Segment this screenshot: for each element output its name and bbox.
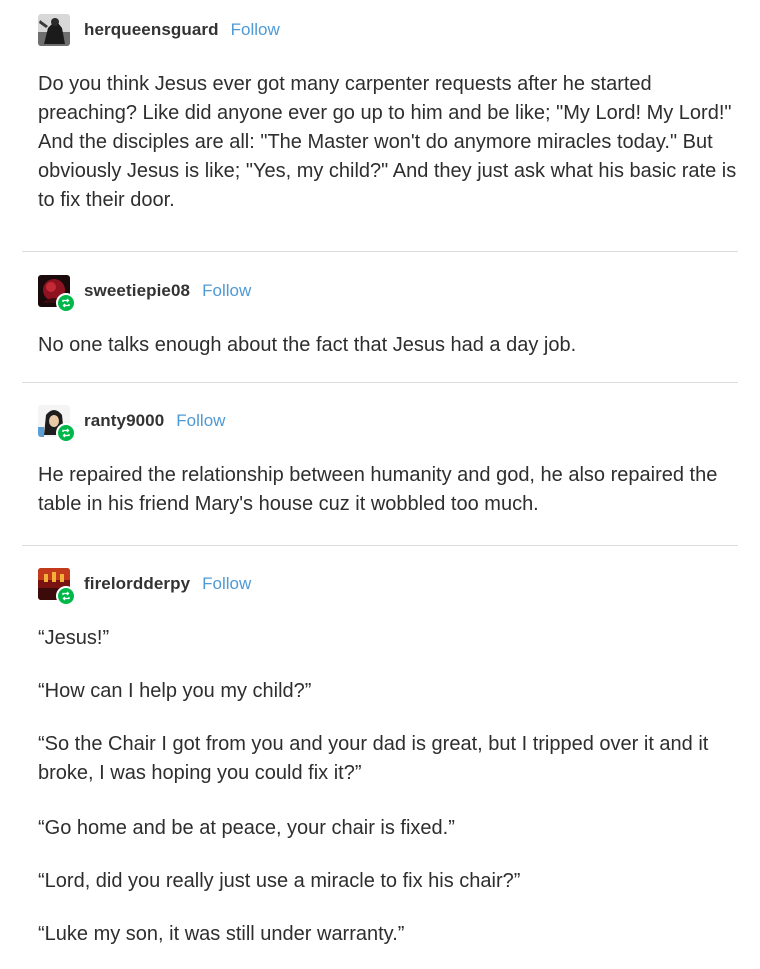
post-text: Do you think Jesus ever got many carpent… <box>38 73 737 211</box>
dark-figure-avatar-icon <box>38 14 70 46</box>
username[interactable]: herqueensguard <box>84 20 219 40</box>
username[interactable]: firelordderpy <box>84 574 190 594</box>
username[interactable]: sweetiepie08 <box>84 281 190 301</box>
post-header: ranty9000 Follow <box>38 403 225 443</box>
post-header: sweetiepie08 Follow <box>38 273 251 313</box>
avatar[interactable] <box>38 405 76 443</box>
post-header: herqueensguard Follow <box>38 12 280 48</box>
reblog-icon <box>56 293 76 313</box>
post-paragraph: “Jesus!” <box>38 627 110 649</box>
avatar[interactable] <box>38 275 76 313</box>
reblog-icon <box>56 423 76 443</box>
reblog-icon <box>56 586 76 606</box>
divider <box>22 382 738 383</box>
post-paragraph: “Go home and be at peace, your chair is … <box>38 817 455 839</box>
avatar[interactable] <box>38 568 76 606</box>
username[interactable]: ranty9000 <box>84 411 164 431</box>
follow-button[interactable]: Follow <box>231 20 280 40</box>
post-paragraph: “How can I help you my child?” <box>38 680 312 702</box>
post-paragraph: “So the Chair I got from you and your da… <box>38 733 709 784</box>
post-text: No one talks enough about the fact that … <box>38 334 577 356</box>
post-text: He repaired the relationship between hum… <box>38 464 718 515</box>
post-paragraph: “Luke my son, it was still under warrant… <box>38 923 405 945</box>
follow-button[interactable]: Follow <box>176 411 225 431</box>
divider <box>22 545 738 546</box>
post-header: firelordderpy Follow <box>38 566 251 606</box>
avatar[interactable] <box>38 14 70 46</box>
post-paragraph: “Lord, did you really just use a miracle… <box>38 870 521 892</box>
follow-button[interactable]: Follow <box>202 281 251 301</box>
divider <box>22 251 738 252</box>
follow-button[interactable]: Follow <box>202 574 251 594</box>
